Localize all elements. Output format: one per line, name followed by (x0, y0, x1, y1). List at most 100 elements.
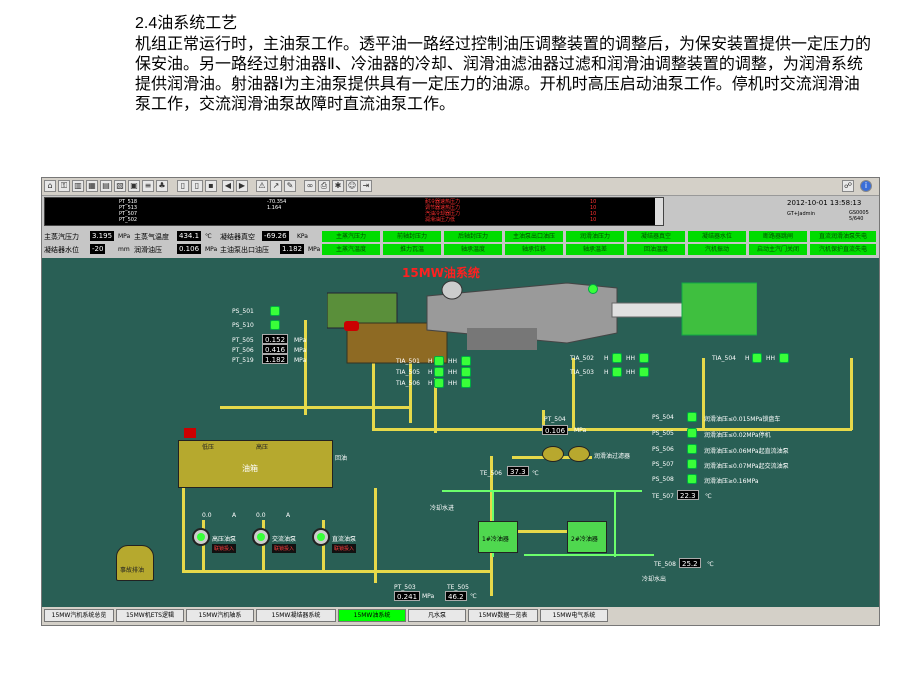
interlock-tag[interactable]: 联锁投入 (332, 544, 357, 553)
edit-icon[interactable]: ✎ (284, 180, 296, 192)
alarm-scrollbar[interactable] (655, 198, 663, 225)
save-icon[interactable]: ▪ (205, 180, 217, 192)
tia-hh: HH (448, 358, 458, 365)
pt-unit: MPa (294, 357, 307, 364)
ps-led (687, 474, 697, 484)
tree-icon[interactable]: ♣ (156, 180, 168, 192)
table-icon[interactable]: ▧ (114, 180, 126, 192)
tab-condenser[interactable]: 15MW凝结器系统 (256, 609, 336, 622)
generator (681, 282, 757, 336)
ps-tag: PS_508 (652, 476, 674, 483)
pump-unit: A (232, 512, 237, 519)
ps-text: 润滑油压≤0.07MPa起交流油泵 (704, 463, 789, 470)
tia-h: H (428, 369, 433, 376)
info-icon[interactable]: i (860, 180, 872, 192)
tab-data-list[interactable]: 15MW数据一览表 (468, 609, 538, 622)
tab-oil-system[interactable]: 15MW油系统 (338, 609, 406, 622)
page-count: 5/640 (849, 216, 864, 222)
tab-water-pump[interactable]: 凡水泵 (408, 609, 466, 622)
forward-icon[interactable]: ▶ (236, 180, 248, 192)
oil-pipe (850, 358, 853, 430)
tab-ets[interactable]: 15MW机ETS逻辑 (116, 609, 184, 622)
status-indicator[interactable]: 主油泵出口油压 (505, 231, 563, 242)
status-indicator[interactable]: 凝结器真空 (627, 231, 685, 242)
status-unit: MPa (205, 246, 218, 253)
bars-icon[interactable]: ▥ (72, 180, 84, 192)
te-tag: TE_506 (480, 470, 502, 477)
monitor-icon[interactable]: ▣ (128, 180, 140, 192)
tank-valve[interactable] (184, 428, 196, 438)
pump-name: 高压油泵 (212, 536, 237, 543)
status-indicator[interactable]: 直流润滑油泵失电 (810, 231, 876, 242)
status-label: 凝结器真空 (220, 233, 255, 241)
status-indicator[interactable]: 断路器跳闸 (749, 231, 807, 242)
status-indicator[interactable]: 启动主汽门关闭 (749, 244, 807, 255)
te-unit: ℃ (705, 493, 712, 500)
list-icon[interactable]: ≡ (142, 180, 154, 192)
pt-unit: MPa (574, 427, 587, 434)
status-indicator[interactable]: 汽机保护直流失电 (810, 244, 876, 255)
oil-pipe (220, 406, 410, 409)
status-indicator[interactable]: 润滑油压力 (566, 231, 624, 242)
tia-led (612, 353, 622, 363)
tank-low-label: 低压 (202, 444, 215, 451)
status-indicator[interactable]: 回油温度 (627, 244, 685, 255)
chart-icon[interactable]: ▤ (100, 180, 112, 192)
interlock-tag[interactable]: 联锁投入 (272, 544, 297, 553)
tia-hh: HH (766, 355, 776, 362)
hp-oil-pump[interactable] (192, 528, 210, 546)
ps-tag: PS_507 (652, 461, 674, 468)
alarm-icon[interactable]: ⚠ (256, 180, 268, 192)
dc-oil-pump[interactable] (312, 528, 330, 546)
status-value: 3.195 (90, 231, 115, 241)
doc-icon[interactable]: ▯ (191, 180, 203, 192)
tia-hh: HH (626, 369, 636, 376)
ps-led (687, 428, 697, 438)
status-indicator[interactable]: 轴承温差 (566, 244, 624, 255)
te-value: 25.2 (679, 558, 701, 568)
network-icon[interactable]: ☍ (842, 180, 854, 192)
status-indicator[interactable]: 前轴封压力 (383, 231, 441, 242)
trend-icon[interactable]: ↗ (270, 180, 282, 192)
print-icon[interactable]: ⎙ (318, 180, 330, 192)
oil-filter (542, 446, 564, 462)
tia-tag: TIA_501 (396, 358, 420, 365)
status-label: 润滑油压 (134, 246, 162, 254)
ps-tag: PS_501 (232, 308, 254, 315)
back-icon[interactable]: ◀ (222, 180, 234, 192)
tia-hh: HH (448, 380, 458, 387)
gear-icon[interactable]: ✱ (332, 180, 344, 192)
ps-led (687, 412, 697, 422)
exit-icon[interactable]: ⇥ (360, 180, 372, 192)
interlock-tag[interactable]: 联锁投入 (212, 544, 237, 553)
users-icon[interactable]: ☺ (346, 180, 358, 192)
pt-tag: PT_506 (232, 347, 254, 354)
status-label: 主蒸气温度 (134, 233, 169, 241)
status-indicator[interactable]: 后轴封压力 (444, 231, 502, 242)
tab-electrical[interactable]: 15MW电气系统 (540, 609, 608, 622)
status-indicator[interactable]: 轴承温度 (444, 244, 502, 255)
status-indicator[interactable]: 主蒸汽压力 (322, 231, 380, 242)
status-indicator[interactable]: 凝结器水位 (688, 231, 746, 242)
status-indicator[interactable]: 推力瓦温 (383, 244, 441, 255)
page-icon[interactable]: ▯ (177, 180, 189, 192)
tia-h: H (428, 358, 433, 365)
status-indicator[interactable]: 主蒸汽温度 (322, 244, 380, 255)
tab-overview[interactable]: 15MW汽机系统总览 (44, 609, 114, 622)
emergency-tank-label: 事故排油 (120, 567, 145, 574)
status-indicator[interactable]: 汽机振动 (688, 244, 746, 255)
status-unit: KPa (297, 233, 308, 240)
oil-pipe (374, 488, 377, 583)
tab-shaft[interactable]: 15MW汽机轴系 (186, 609, 254, 622)
tia-led (752, 353, 762, 363)
grid-icon[interactable]: ▦ (86, 180, 98, 192)
ps-text: 润滑油压≤0.06MPa起直流油泵 (704, 448, 789, 455)
alarm-tag: PT_502 (119, 217, 138, 223)
status-value: 0.106 (177, 244, 202, 254)
ac-oil-pump[interactable] (252, 528, 270, 546)
tia-led (434, 367, 444, 377)
home-icon[interactable]: ⌂ (44, 180, 56, 192)
key-icon[interactable]: ⚿ (58, 180, 70, 192)
binoculars-icon[interactable]: ∞ (304, 180, 316, 192)
status-indicator[interactable]: 轴承位移 (505, 244, 563, 255)
